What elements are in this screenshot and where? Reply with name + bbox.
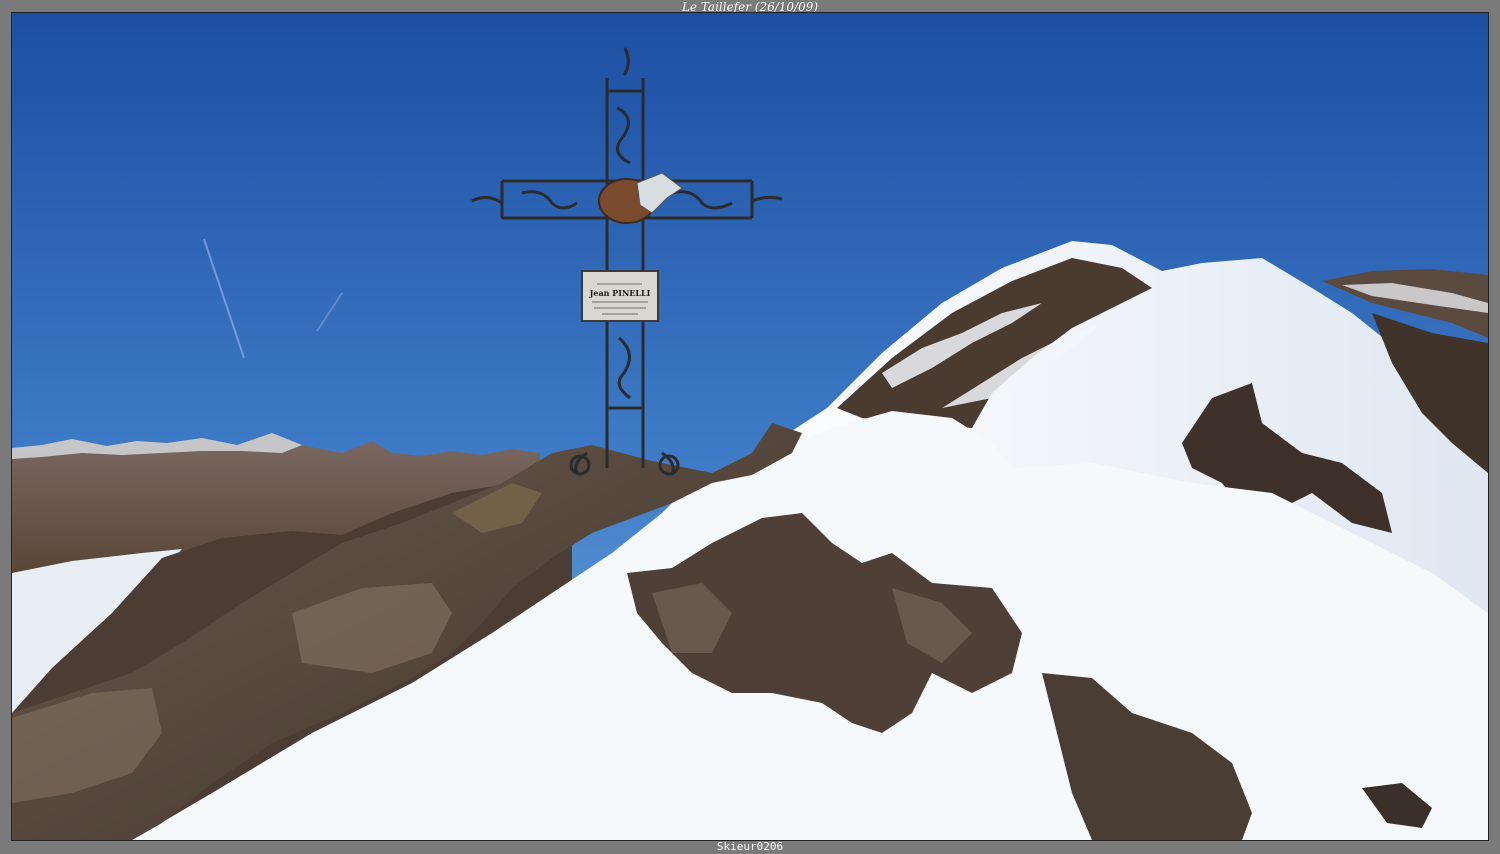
photo-credit: Skieur0206 bbox=[716, 840, 784, 853]
photo-title: Le Taillefer (26/10/09) bbox=[681, 0, 819, 14]
photo: Jean PINELLI bbox=[11, 12, 1489, 841]
memorial-plaque: Jean PINELLI bbox=[581, 270, 659, 322]
summit-cross-scene: Jean PINELLI bbox=[12, 13, 1488, 840]
plaque-name: Jean PINELLI bbox=[589, 288, 651, 298]
